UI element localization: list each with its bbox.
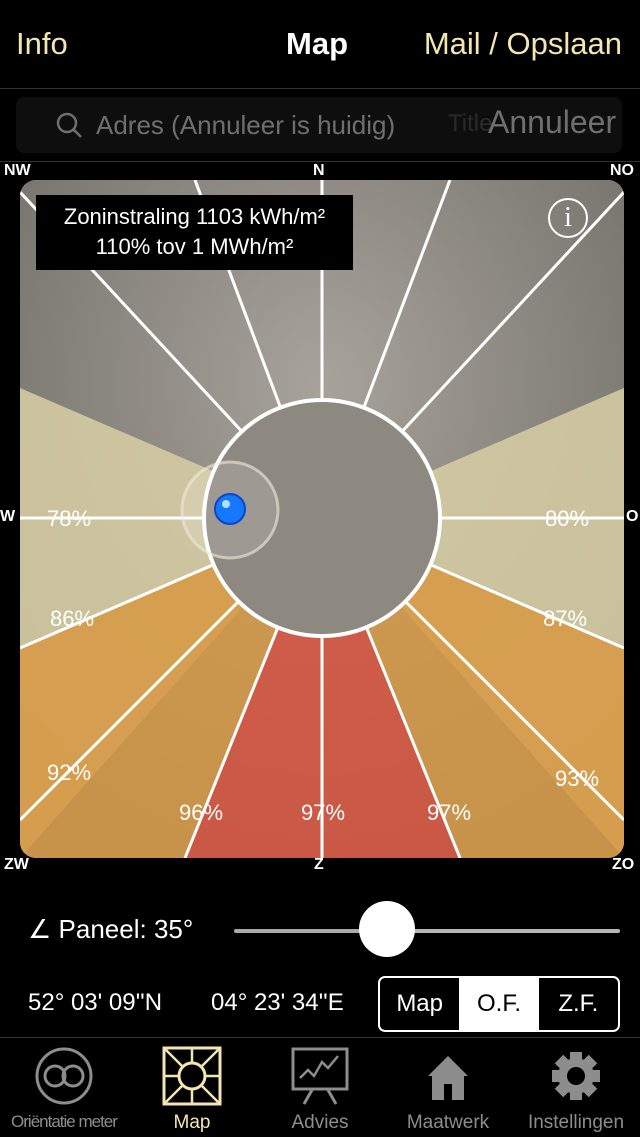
tab-orientation[interactable]: Oriëntatie meter bbox=[0, 1038, 128, 1137]
irradiation-box: Zoninstraling 1103 kWh/m² 110% tov 1 MWh… bbox=[36, 195, 353, 270]
tab-instellingen[interactable]: Instellingen bbox=[512, 1038, 640, 1137]
compass-w: W bbox=[0, 508, 16, 525]
tab-label: Oriëntatie meter bbox=[11, 1112, 118, 1131]
panel-angle-slider-thumb[interactable] bbox=[359, 901, 415, 957]
compass-o: O bbox=[626, 508, 639, 525]
map-type-segmented-control: Map O.F. Z.F. bbox=[378, 976, 620, 1032]
tab-map[interactable]: Map bbox=[128, 1038, 256, 1137]
map-type-of[interactable]: O.F. bbox=[459, 978, 539, 1030]
map-type-zf[interactable]: Z.F. bbox=[539, 978, 618, 1030]
ghost-title: Title bbox=[448, 110, 493, 137]
tab-advies[interactable]: Advies bbox=[256, 1038, 384, 1137]
search-icon bbox=[56, 112, 82, 138]
tab-bar: Oriëntatie meter Map Advies Maatwerk Ins… bbox=[0, 1037, 640, 1137]
location-pin-highlight bbox=[222, 500, 230, 508]
tab-label: Instellingen bbox=[527, 1112, 625, 1133]
pct-wsw: 86% bbox=[50, 606, 95, 631]
search-placeholder[interactable]: Adres (Annuleer is huidig) bbox=[96, 110, 395, 141]
map-view[interactable] bbox=[20, 180, 624, 858]
page-title: Map bbox=[286, 26, 348, 61]
panel-angle-label: ∠ Paneel: 35° bbox=[28, 914, 194, 944]
orientation-icon bbox=[35, 1047, 93, 1105]
compass-z: Z bbox=[314, 856, 324, 873]
pct-southwest: 92% bbox=[47, 760, 92, 785]
irradiation-value: Zoninstraling 1103 kWh/m² bbox=[63, 204, 326, 229]
longitude: 04° 23' 34''E bbox=[211, 989, 344, 1016]
compass-nw: NW bbox=[4, 162, 31, 179]
latitude: 52° 03' 09''N bbox=[28, 989, 163, 1016]
pct-ssw: 96% bbox=[179, 800, 224, 825]
pct-ese: 87% bbox=[543, 606, 588, 631]
map-grid-icon bbox=[162, 1046, 222, 1106]
tab-label: Maatwerk bbox=[406, 1112, 490, 1133]
sector-overlay bbox=[20, 180, 624, 858]
info-button[interactable]: Info bbox=[16, 26, 68, 62]
house-icon bbox=[428, 1056, 468, 1100]
chart-board-icon bbox=[291, 1047, 349, 1105]
pct-sse: 97% bbox=[427, 800, 472, 825]
tab-maatwerk[interactable]: Maatwerk bbox=[384, 1038, 512, 1137]
compass-zw: ZW bbox=[4, 856, 29, 873]
info-icon[interactable]: i bbox=[548, 198, 588, 238]
pct-southeast: 93% bbox=[555, 766, 600, 791]
cancel-button[interactable]: Annuleer bbox=[488, 104, 616, 141]
compass-n: N bbox=[313, 162, 325, 179]
location-pin bbox=[214, 493, 246, 525]
irradiation-relative: 110% tov 1 MWh/m² bbox=[95, 234, 294, 259]
tab-label: Advies bbox=[291, 1112, 349, 1133]
gear-icon bbox=[552, 1052, 600, 1100]
mail-save-button[interactable]: Mail / Opslaan bbox=[424, 26, 622, 62]
navigation-bar: Info Map Mail / Opslaan bbox=[0, 0, 640, 89]
pct-east: 80% bbox=[545, 506, 590, 531]
pct-south: 97% bbox=[301, 800, 346, 825]
tab-label: Map bbox=[173, 1112, 211, 1133]
map-type-map[interactable]: Map bbox=[380, 978, 459, 1030]
pct-west: 78% bbox=[47, 506, 92, 531]
compass-zo: ZO bbox=[612, 856, 635, 873]
slider-track[interactable] bbox=[386, 929, 620, 933]
compass-no: NO bbox=[610, 162, 634, 179]
